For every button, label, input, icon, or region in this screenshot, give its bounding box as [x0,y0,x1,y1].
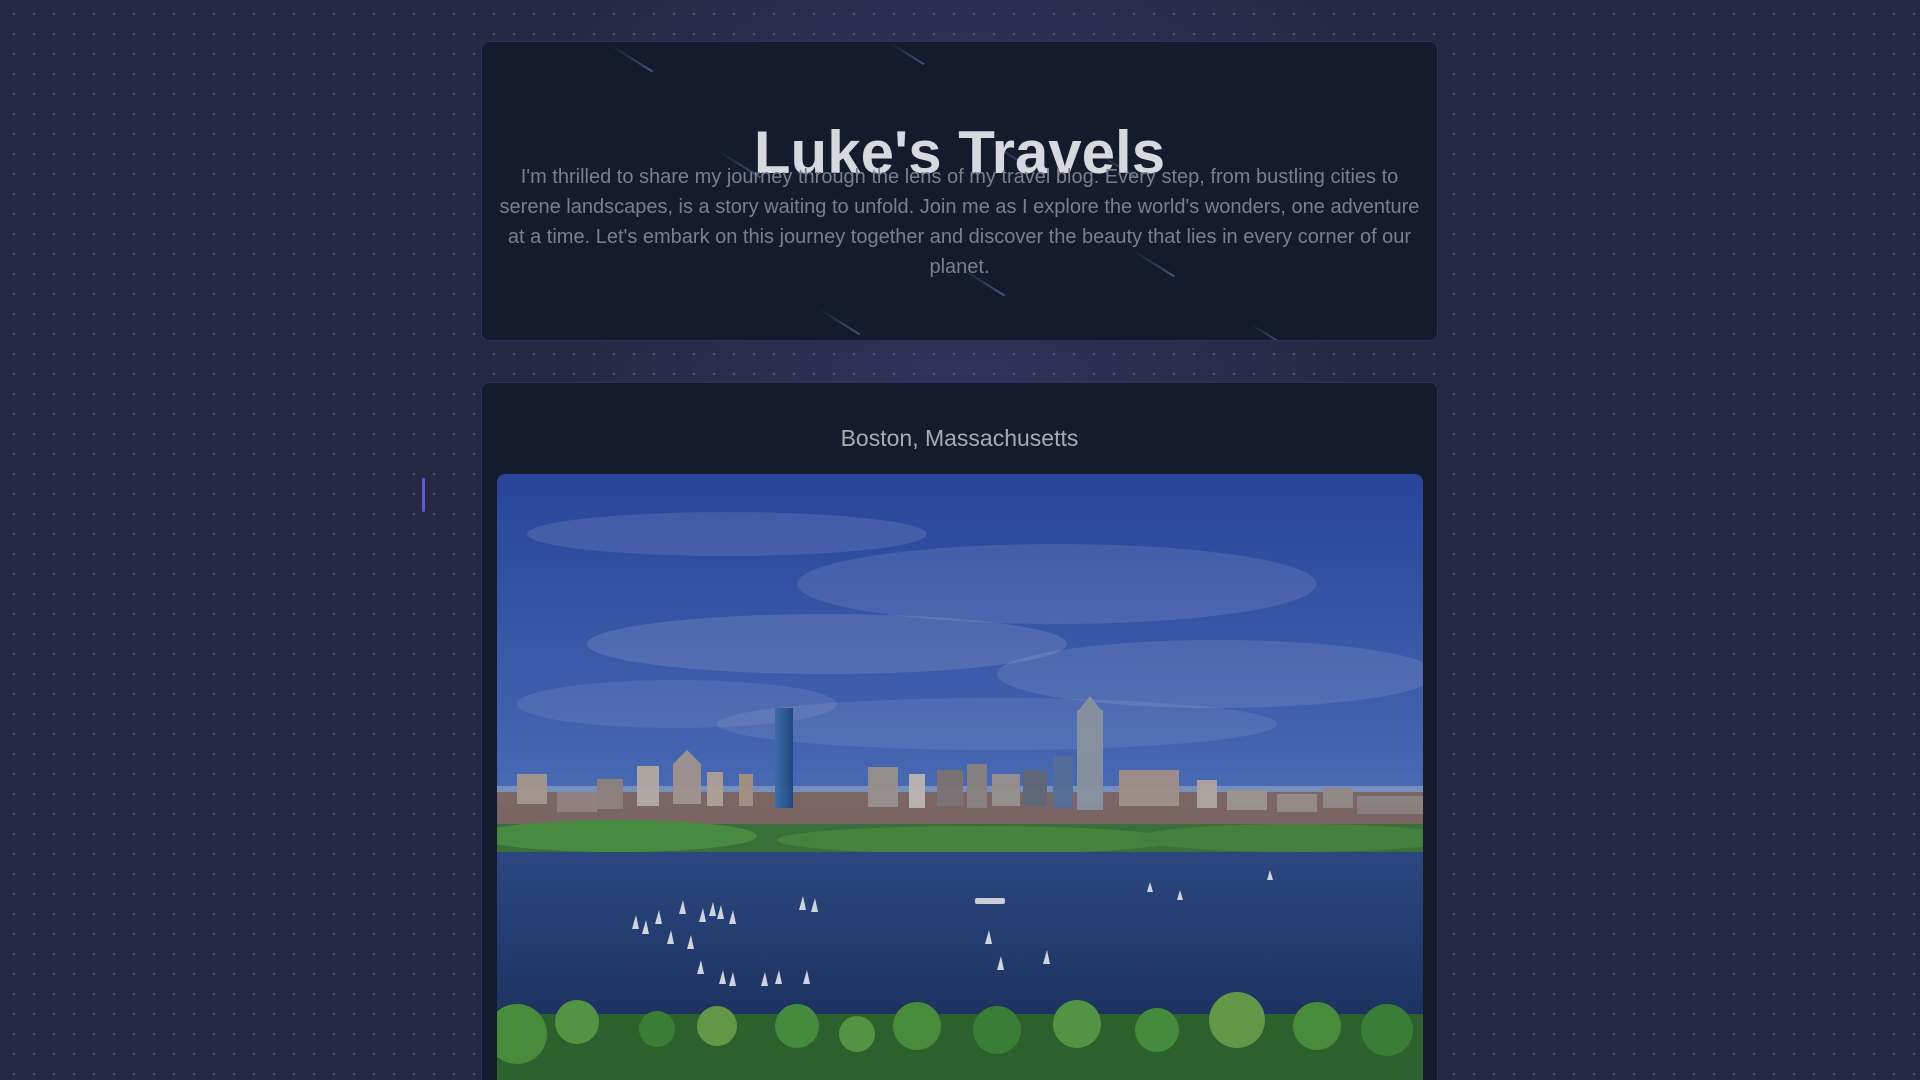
decorative-streak [1251,324,1284,340]
blog-header-card: Luke's Travels I'm thrilled to share my … [481,41,1438,341]
decorative-streak [818,308,861,336]
travel-post-card[interactable]: Boston, Massachusetts [481,382,1438,1080]
boston-skyline-image [497,474,1423,1080]
post-photo[interactable] [497,474,1423,1080]
post-location-title[interactable]: Boston, Massachusetts [482,423,1437,453]
decorative-streak [609,44,653,73]
decorative-streak [889,42,925,66]
blog-intro-text: I'm thrilled to share my journey through… [499,166,1420,278]
side-scroll-indicator [422,478,425,512]
